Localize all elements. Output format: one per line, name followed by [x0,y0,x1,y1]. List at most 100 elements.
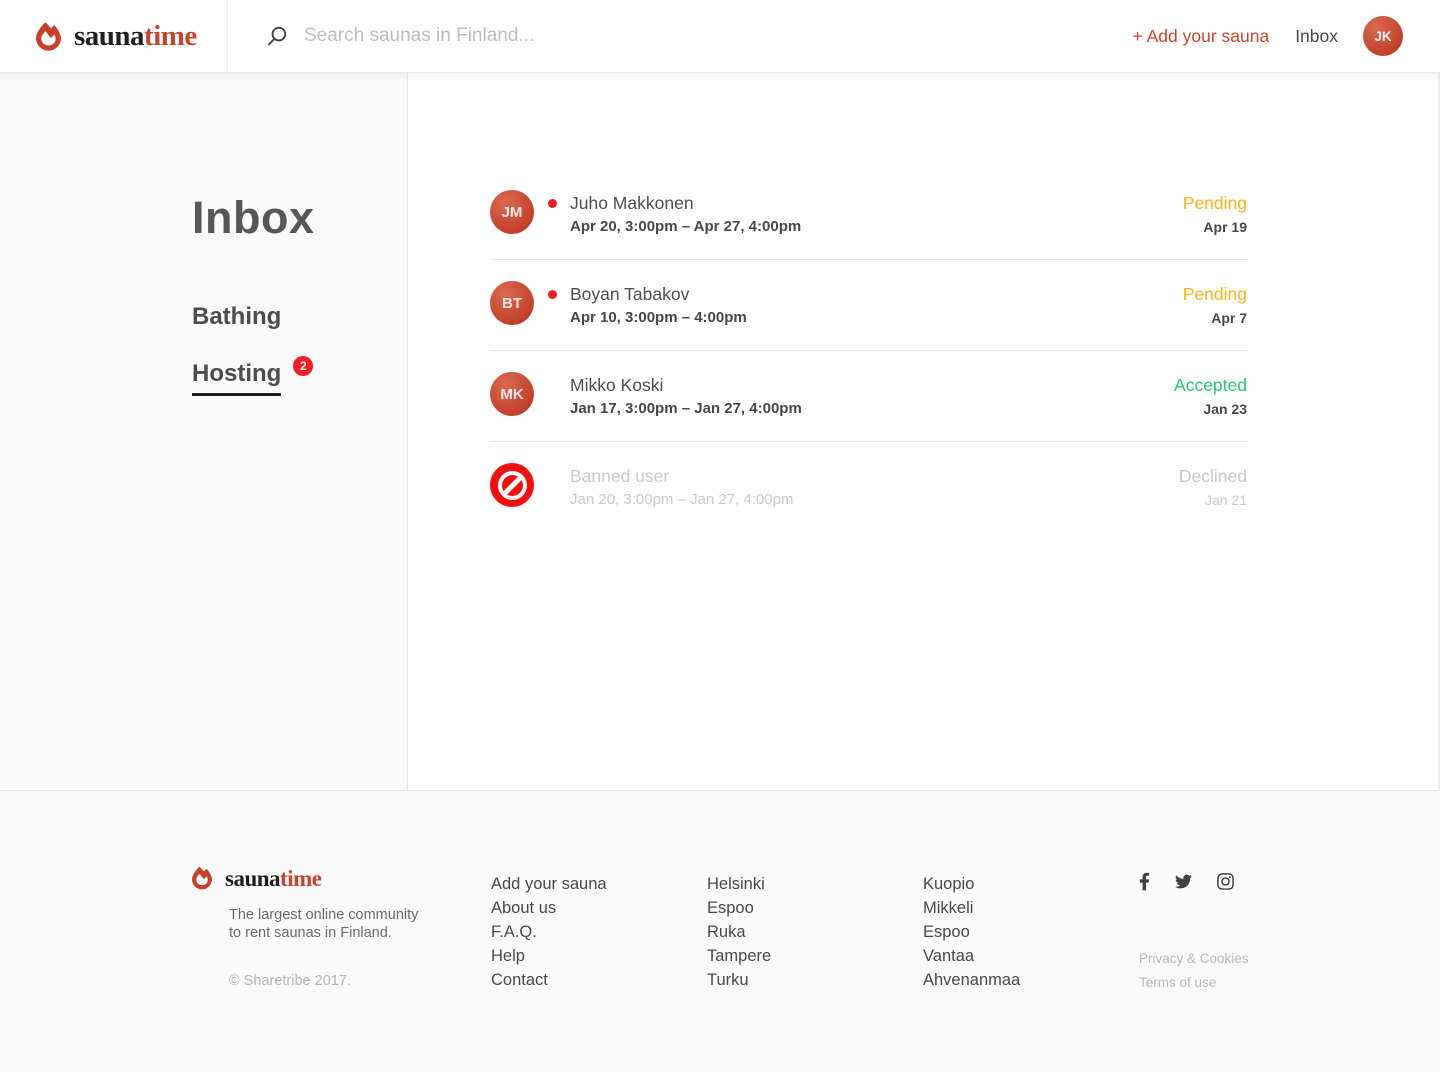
avatar: JM [490,190,534,234]
footer-city-tampere[interactable]: Tampere [707,944,923,968]
conversation-meta: Pending Apr 19 [1183,190,1247,240]
status-date: Jan 23 [1174,397,1247,422]
inbox-nav-link[interactable]: Inbox [1295,26,1338,47]
footer-link-add-sauna[interactable]: Add your sauna [491,872,707,896]
unread-dot-col [534,281,570,299]
footer-city-mikkeli[interactable]: Mikkeli [923,896,1139,920]
conversation-info: Boyan Tabakov Apr 10, 3:00pm – 4:00pm [570,281,1183,330]
legal-links: Privacy & Cookies Terms of use [1139,947,1249,995]
avatar: BT [490,281,534,325]
avatar: MK [490,372,534,416]
unread-dot [548,199,557,208]
footer-city-turku[interactable]: Turku [707,968,923,992]
conversation-info: Mikko Koski Jan 17, 3:00pm – Jan 27, 4:0… [570,372,1174,421]
conversation-meta: Declined Jan 21 [1179,463,1247,513]
conversation-meta: Accepted Jan 23 [1174,372,1247,422]
conversation-row[interactable]: MK Mikko Koski Jan 17, 3:00pm – Jan 27, … [490,351,1247,442]
status-date: Jan 21 [1179,488,1247,513]
conversation-row[interactable]: BT Boyan Tabakov Apr 10, 3:00pm – 4:00pm… [490,260,1247,351]
logo-wordmark: saunatime [74,22,197,51]
avatar-initials: BT [502,295,522,312]
footer-links-column: Add your sauna About us F.A.Q. Help Cont… [491,866,707,1072]
search-input[interactable] [304,25,864,47]
instagram-icon[interactable] [1217,872,1234,891]
logo-part-time: time [144,20,197,52]
footer-brand: saunatime The largest online community t… [192,866,491,1072]
footer-tagline: The largest online community to rent sau… [229,906,491,942]
tab-bathing[interactable]: Bathing [192,303,407,331]
conversation-dates: Jan 17, 3:00pm – Jan 27, 4:00pm [570,397,1174,421]
logo-part-sauna: sauna [225,866,280,891]
social-links [1139,872,1249,891]
page-title: Inbox [192,193,407,243]
conversation-name: Mikko Koski [570,373,1174,397]
conversation-name: Banned user [570,464,1179,488]
banned-icon [490,463,534,507]
twitter-icon[interactable] [1174,873,1193,890]
status-date: Apr 7 [1183,306,1247,331]
footer-cities-column-2: Kuopio Mikkeli Espoo Vantaa Ahvenanmaa [923,866,1139,1072]
logo-part-sauna: sauna [74,20,144,52]
flame-icon [36,22,61,51]
conversation-row[interactable]: Banned user Jan 20, 3:00pm – Jan 27, 4:0… [490,442,1247,532]
unread-dot-col [534,190,570,208]
footer: saunatime The largest online community t… [0,790,1440,1072]
status-date: Apr 19 [1183,215,1247,240]
footer-link-faq[interactable]: F.A.Q. [491,920,707,944]
facebook-icon[interactable] [1139,872,1150,891]
conversation-info: Banned user Jan 20, 3:00pm – Jan 27, 4:0… [570,463,1179,512]
footer-city-ahvenanmaa[interactable]: Ahvenanmaa [923,968,1139,992]
footer-city-ruka[interactable]: Ruka [707,920,923,944]
unread-dot-col [534,463,570,481]
conversation-name: Boyan Tabakov [570,282,1183,306]
search-icon [265,25,288,48]
tab-hosting-label: Hosting [192,360,281,396]
unread-count-badge: 2 [293,356,313,376]
status-label: Pending [1183,191,1247,215]
logo[interactable]: saunatime [0,0,228,72]
content-area: Inbox Bathing Hosting 2 JM Juho Makkonen… [0,73,1440,790]
footer-logo-wordmark: saunatime [225,867,321,890]
footer-right-column: Privacy & Cookies Terms of use [1139,866,1249,1072]
copyright: © Sharetribe 2017. [229,973,491,989]
conversation-dates: Apr 20, 3:00pm – Apr 27, 4:00pm [570,215,1183,239]
avatar-initials: JM [502,204,523,221]
footer-cities-column-1: Helsinki Espoo Ruka Tampere Turku [707,866,923,1072]
top-bar: saunatime + Add your sauna Inbox JK [0,0,1440,73]
flame-icon [192,866,212,890]
unread-dot [548,290,557,299]
footer-city-helsinki[interactable]: Helsinki [707,872,923,896]
conversation-info: Juho Makkonen Apr 20, 3:00pm – Apr 27, 4… [570,190,1183,239]
tab-bathing-label: Bathing [192,303,281,331]
unread-dot-col [534,372,570,390]
logo-part-time: time [280,866,321,891]
status-label: Declined [1179,464,1247,488]
conversation-list: JM Juho Makkonen Apr 20, 3:00pm – Apr 27… [408,73,1440,790]
footer-city-espoo2[interactable]: Espoo [923,920,1139,944]
footer-link-contact[interactable]: Contact [491,968,707,992]
conversation-dates: Apr 10, 3:00pm – 4:00pm [570,306,1183,330]
footer-link-help[interactable]: Help [491,944,707,968]
avatar-initials: MK [500,386,523,403]
footer-city-espoo[interactable]: Espoo [707,896,923,920]
terms-link[interactable]: Terms of use [1139,971,1249,995]
footer-logo[interactable]: saunatime [192,866,491,890]
tagline-line: The largest online community [229,906,491,924]
tab-hosting[interactable]: Hosting 2 [192,360,407,396]
conversation-name: Juho Makkonen [570,191,1183,215]
footer-city-vantaa[interactable]: Vantaa [923,944,1139,968]
conversation-dates: Jan 20, 3:00pm – Jan 27, 4:00pm [570,488,1179,512]
search-bar [228,0,1132,72]
footer-city-kuopio[interactable]: Kuopio [923,872,1139,896]
tagline-line: to rent saunas in Finland. [229,924,491,942]
user-avatar[interactable]: JK [1363,16,1403,56]
status-label: Pending [1183,282,1247,306]
privacy-link[interactable]: Privacy & Cookies [1139,947,1249,971]
inbox-sidebar: Inbox Bathing Hosting 2 [0,73,408,790]
conversation-meta: Pending Apr 7 [1183,281,1247,331]
footer-link-about[interactable]: About us [491,896,707,920]
status-label: Accepted [1174,373,1247,397]
conversation-row[interactable]: JM Juho Makkonen Apr 20, 3:00pm – Apr 27… [490,190,1247,260]
add-sauna-link[interactable]: + Add your sauna [1132,26,1269,47]
header-nav: + Add your sauna Inbox JK [1132,0,1440,72]
